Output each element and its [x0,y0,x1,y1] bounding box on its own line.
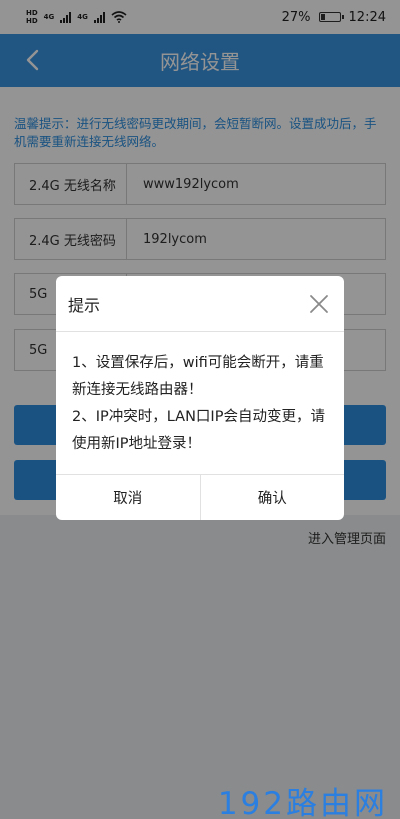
dialog-line-1: 1、设置保存后，wifi可能会断开，请重新连接无线路由器！ [72,355,324,398]
confirm-button[interactable]: 确认 [199,475,345,520]
dialog-body: 1、设置保存后，wifi可能会断开，请重新连接无线路由器！ 2、IP冲突时，LA… [56,332,344,474]
dialog-footer: 取消 确认 [56,474,344,520]
dialog-title: 提示 [68,295,101,315]
dialog-header: 提示 [56,276,344,332]
cancel-button[interactable]: 取消 [56,475,200,520]
close-icon[interactable] [308,293,330,315]
site-watermark: 192路由网 [217,786,388,819]
dialog-line-2: 2、IP冲突时，LAN口IP会自动变更，请使用新IP地址登录！ [72,409,325,452]
tip-dialog: 提示 1、设置保存后，wifi可能会断开，请重新连接无线路由器！ 2、IP冲突时… [56,276,344,520]
